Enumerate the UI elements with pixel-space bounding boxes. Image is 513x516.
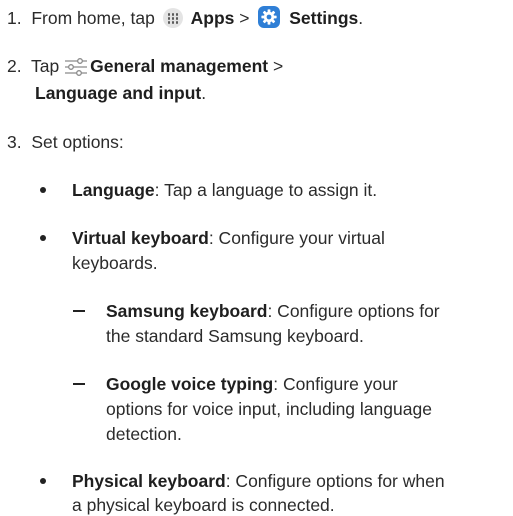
language-and-input-label: Language and input: [35, 83, 202, 103]
option-virtual-keyboard-desc-2: keyboards.: [72, 253, 158, 273]
step-1-suffix: .: [358, 8, 364, 28]
step-3: 3. Set options:: [7, 131, 124, 153]
option-google-voice-label: Google voice typing: [106, 374, 274, 394]
option-virtual-keyboard-line-2: keyboards.: [72, 252, 158, 274]
step-1-prefix: From home, tap: [31, 8, 155, 28]
bullet-icon: [40, 235, 46, 241]
option-virtual-keyboard-label: Virtual keyboard: [72, 228, 209, 248]
bullet-icon: [40, 187, 46, 193]
option-google-voice-desc-3: detection.: [106, 424, 182, 444]
step-2-suffix: .: [201, 83, 207, 103]
bullet-icon: [40, 478, 46, 484]
step-2-number: 2.: [7, 56, 22, 76]
option-google-voice: Google voice typing: Configure your: [106, 373, 398, 395]
option-language-label: Language: [72, 180, 155, 200]
dash-icon: [73, 310, 85, 312]
apps-grid-icon: [162, 8, 183, 28]
option-samsung-keyboard-label: Samsung keyboard: [106, 301, 268, 321]
option-google-voice-line-2: options for voice input, including langu…: [106, 398, 432, 420]
option-physical-keyboard-desc: : Configure options for when: [225, 471, 445, 491]
step-1-separator: >: [239, 8, 250, 28]
step-2-separator: >: [272, 56, 284, 76]
option-google-voice-line-3: detection.: [106, 423, 182, 445]
step-2: 2. Tap General management >: [7, 55, 283, 77]
step-1: 1. From home, tap Apps > Settings.: [7, 6, 363, 29]
option-virtual-keyboard: Virtual keyboard: Configure your virtual: [72, 227, 385, 249]
step-2-line-2: Language and input.: [35, 82, 206, 104]
option-virtual-keyboard-desc: : Configure your virtual: [208, 228, 385, 248]
step-2-prefix: Tap: [31, 56, 60, 76]
option-google-voice-desc: : Configure your: [273, 374, 398, 394]
option-language-desc: : Tap a language to assign it.: [154, 180, 378, 200]
sliders-icon: [64, 58, 88, 76]
option-samsung-keyboard-desc-2: the standard Samsung keyboard.: [106, 326, 364, 346]
settings-label: Settings: [289, 8, 359, 28]
option-samsung-keyboard-line-2: the standard Samsung keyboard.: [106, 325, 364, 347]
dash-icon: [73, 383, 85, 385]
option-samsung-keyboard: Samsung keyboard: Configure options for: [106, 300, 440, 322]
option-samsung-keyboard-desc: : Configure options for: [267, 301, 440, 321]
step-3-text: Set options:: [31, 132, 124, 152]
step-3-number: 3.: [7, 132, 22, 152]
option-physical-keyboard-desc-2: a physical keyboard is connected.: [72, 495, 335, 515]
settings-gear-icon: [258, 6, 281, 28]
option-physical-keyboard-label: Physical keyboard: [72, 471, 226, 491]
option-physical-keyboard: Physical keyboard: Configure options for…: [72, 470, 445, 492]
step-1-number: 1.: [7, 8, 22, 28]
option-google-voice-desc-2: options for voice input, including langu…: [106, 399, 432, 419]
apps-label: Apps: [190, 8, 235, 28]
option-language: Language: Tap a language to assign it.: [72, 179, 377, 201]
general-management-label: General management: [90, 56, 269, 76]
